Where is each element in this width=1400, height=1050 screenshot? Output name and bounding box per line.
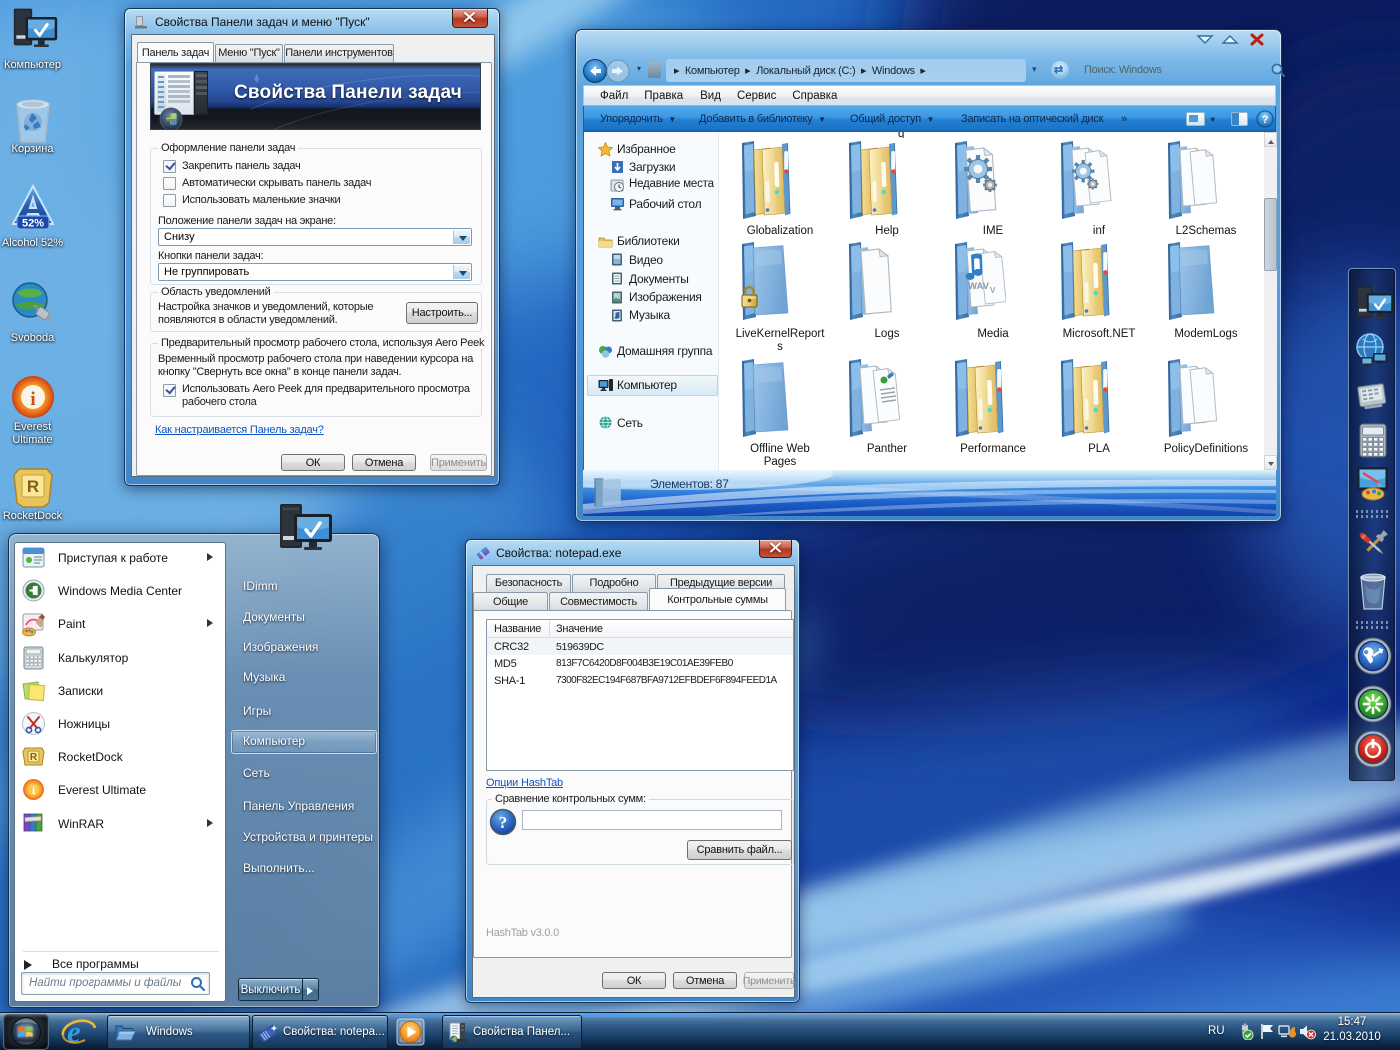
svg-text:i: i xyxy=(30,389,35,410)
svg-text:52%: 52% xyxy=(22,218,44,230)
svg-text:?: ? xyxy=(499,813,508,832)
svg-text:?: ? xyxy=(1262,114,1269,126)
svg-text:R: R xyxy=(27,477,39,496)
